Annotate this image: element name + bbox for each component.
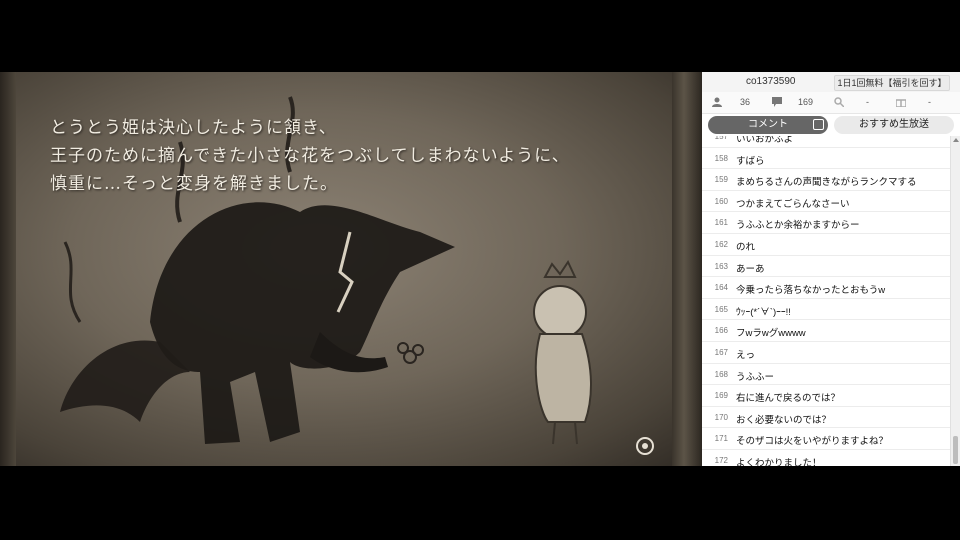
comment-text: あーあ xyxy=(736,263,765,275)
comment-row[interactable]: 170 おく必要ないのでは？ xyxy=(702,407,950,429)
comment-number: 161 xyxy=(714,218,728,228)
story-line-2: 王子のために摘んできた小さな花をつぶしてしまわないように、 xyxy=(50,146,570,166)
community-info-row: co1373590 1日1回無料【福引を回す】 xyxy=(702,72,960,92)
ad-point-icon xyxy=(834,97,844,107)
advance-indicator-icon xyxy=(636,437,654,455)
comment-number: 162 xyxy=(714,240,728,249)
ad-point-value: - xyxy=(866,97,869,107)
scroll-thumb[interactable] xyxy=(953,436,958,464)
comment-row[interactable]: 172 よくわかりました！ xyxy=(702,450,950,466)
comment-number: 171 xyxy=(714,434,728,444)
comment-row[interactable]: 158 すばら xyxy=(702,148,950,170)
comment-number: 164 xyxy=(714,283,728,293)
comment-text: 右に進んで戻るのでは？ xyxy=(736,393,841,405)
comment-row[interactable]: 165 ｳｯｰ(*´∀`)ｰｰ!! xyxy=(702,299,950,321)
comment-text: フwラwグwwww xyxy=(736,328,806,340)
comment-row[interactable]: 157 いいおかふよ xyxy=(702,136,950,148)
comment-number: 160 xyxy=(714,196,728,206)
story-line-1: とうとう姫は決心したように頷き、 xyxy=(50,118,337,138)
comment-text: すばら xyxy=(736,155,765,167)
comment-number: 157 xyxy=(714,136,728,141)
comment-text: えっ xyxy=(736,350,756,361)
free-lottery-button[interactable]: 1日1回無料【福引を回す】 xyxy=(834,75,950,91)
comment-text: のれ xyxy=(736,242,756,253)
comment-row[interactable]: 167 えっ xyxy=(702,342,950,364)
comment-text: うふふとか余裕かますからー xyxy=(736,220,860,232)
comment-settings-icon[interactable] xyxy=(813,119,824,130)
comment-row[interactable]: 169 右に進んで戻るのでは？ xyxy=(702,385,950,407)
comment-number: 170 xyxy=(714,412,728,422)
comment-number: 168 xyxy=(714,369,728,379)
comment-number: 167 xyxy=(714,348,728,357)
book-page-edge-right xyxy=(672,72,702,466)
comment-row[interactable]: 162 のれ xyxy=(702,234,950,256)
comment-number: 163 xyxy=(714,261,728,271)
stats-row: 36 169 - - xyxy=(702,92,960,114)
video-player[interactable]: とうとう姫は決心したように頷き、 王子のために摘んできた小さな花をつぶしてしまわ… xyxy=(0,72,702,466)
story-line-3: 慎重に…そっと変身を解きました。 xyxy=(50,174,338,194)
viewer-count-icon xyxy=(712,97,722,107)
comment-text: 今乗ったら落ちなかったとおもうw xyxy=(736,285,886,297)
tab-comment[interactable]: コメント xyxy=(708,116,828,134)
comment-scrollbar[interactable] xyxy=(950,136,960,466)
comment-row[interactable]: 163 あーあ xyxy=(702,256,950,278)
comment-text: おく必要ないのでは？ xyxy=(736,414,832,426)
tab-recommend[interactable]: おすすめ生放送 xyxy=(834,116,954,134)
comment-number: 166 xyxy=(714,326,728,336)
comment-row[interactable]: 160 つかまえてごらんなさーい xyxy=(702,191,950,213)
comment-text: よくわかりました！ xyxy=(736,458,822,466)
comment-text: うふふー xyxy=(736,371,775,383)
comment-count: 169 xyxy=(798,97,814,107)
tab-comment-label: コメント xyxy=(748,119,788,130)
comment-row[interactable]: 168 うふふー xyxy=(702,364,950,386)
gift-point-value: - xyxy=(928,97,931,107)
comment-count-icon xyxy=(772,97,782,107)
gift-icon xyxy=(896,99,906,107)
scroll-up-icon[interactable] xyxy=(953,138,959,142)
comment-number: 165 xyxy=(714,304,728,314)
comment-text: そのザコは火をいやがりますよね？ xyxy=(736,436,889,448)
comment-number: 172 xyxy=(714,456,728,465)
viewer-count: 36 xyxy=(740,97,751,107)
comment-panel: co1373590 1日1回無料【福引を回す】 36 169 - - コメント … xyxy=(702,72,960,466)
comment-row[interactable]: 166 フwラwグwwww xyxy=(702,320,950,342)
comment-text: まめちるさんの声聞きながらランクマする xyxy=(736,177,917,189)
comment-list[interactable]: 157 いいおかふよ 158 すばら 159 まめちるさんの声聞きながらランクマする 160… xyxy=(702,136,950,466)
comment-text: ｳｯｰ(*´∀`)ｰｰ!! xyxy=(736,306,791,318)
story-text: とうとう姫は決心したように頷き、 王子のために摘んできた小さな花をつぶしてしまわ… xyxy=(50,114,650,198)
comment-text: いいおかふよ xyxy=(736,136,794,145)
comment-row[interactable]: 171 そのザコは火をいやがりますよね？ xyxy=(702,428,950,450)
comment-number: 169 xyxy=(714,391,728,401)
community-id[interactable]: co1373590 xyxy=(746,76,796,87)
comment-number: 159 xyxy=(714,175,728,185)
comment-row[interactable]: 159 まめちるさんの声聞きながらランクマする xyxy=(702,169,950,191)
comment-text: つかまえてごらんなさーい xyxy=(736,198,850,210)
comment-row[interactable]: 161 うふふとか余裕かますからー xyxy=(702,212,950,234)
comment-row[interactable]: 164 今乗ったら落ちなかったとおもうw xyxy=(702,277,950,299)
comment-number: 158 xyxy=(714,153,728,163)
